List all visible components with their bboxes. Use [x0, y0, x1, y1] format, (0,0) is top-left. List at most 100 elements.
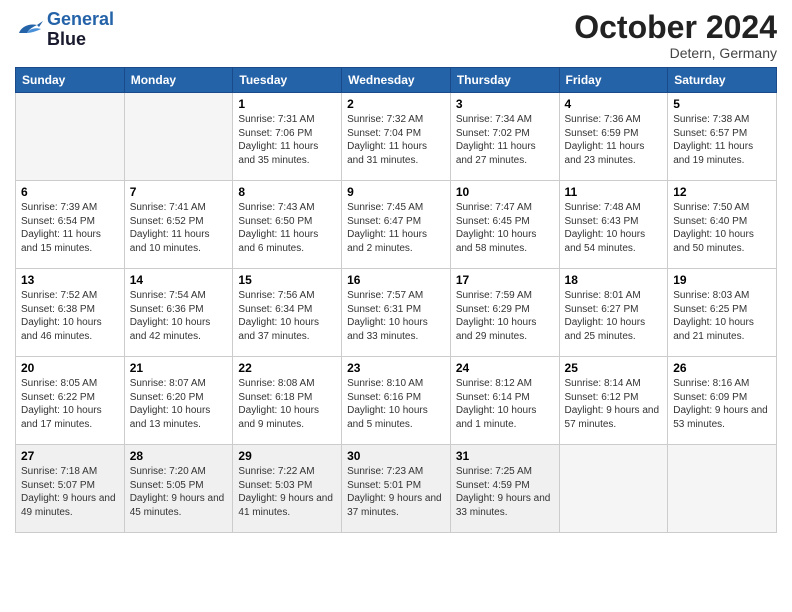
col-wednesday: Wednesday	[342, 68, 451, 93]
calendar-cell: 20 Sunrise: 8:05 AM Sunset: 6:22 PM Dayli…	[16, 357, 125, 445]
logo-text: General Blue	[47, 10, 114, 50]
calendar-cell: 24Sunrise: 8:12 AM Sunset: 6:14 PM Dayli…	[450, 357, 559, 445]
col-sunday: Sunday	[16, 68, 125, 93]
day-info: Sunrise: 8:01 AM Sunset: 6:27 PM Dayligh…	[565, 289, 663, 343]
day-number: 15	[238, 273, 336, 287]
day-number: 18	[565, 273, 663, 287]
day-info: Sunrise: 7:50 AM Sunset: 6:40 PM Dayligh…	[673, 201, 771, 255]
calendar-week-4: 27Sunrise: 7:18 AM Sunset: 5:07 PM Dayli…	[16, 445, 777, 533]
day-info: Sunrise: 7:43 AM Sunset: 6:50 PM Dayligh…	[238, 201, 336, 255]
calendar-cell: 5Sunrise: 7:38 AM Sunset: 6:57 PM Daylig…	[668, 93, 777, 181]
calendar-week-1: 6 Sunrise: 7:39 AM Sunset: 6:54 PM Daylig…	[16, 181, 777, 269]
day-number: 20	[21, 361, 119, 375]
day-number: 1	[238, 97, 336, 111]
col-friday: Friday	[559, 68, 668, 93]
day-number: 25	[565, 361, 663, 375]
day-info: Sunrise: 7:54 AM Sunset: 6:36 PM Dayligh…	[130, 289, 228, 343]
day-info: Sunrise: 8:05 AM Sunset: 6:22 PM Dayligh…	[21, 377, 119, 431]
calendar-cell: 10Sunrise: 7:47 AM Sunset: 6:45 PM Dayli…	[450, 181, 559, 269]
calendar-cell: 7Sunrise: 7:41 AM Sunset: 6:52 PM Daylig…	[124, 181, 233, 269]
calendar-week-2: 13Sunrise: 7:52 AM Sunset: 6:38 PM Dayli…	[16, 269, 777, 357]
logo-line1: General	[47, 9, 114, 29]
day-info: Sunrise: 7:52 AM Sunset: 6:38 PM Dayligh…	[21, 289, 119, 343]
day-number: 6	[21, 185, 119, 199]
calendar-cell: 9Sunrise: 7:45 AM Sunset: 6:47 PM Daylig…	[342, 181, 451, 269]
day-number: 3	[456, 97, 554, 111]
col-tuesday: Tuesday	[233, 68, 342, 93]
logo-icon	[15, 19, 43, 41]
day-number: 11	[565, 185, 663, 199]
calendar-cell: 23 Sunrise: 8:10 AM Sunset: 6:16 PM Dayli…	[342, 357, 451, 445]
day-info: Sunrise: 8:08 AM Sunset: 6:18 PM Dayligh…	[238, 377, 336, 431]
day-info: Sunrise: 7:57 AM Sunset: 6:31 PM Dayligh…	[347, 289, 445, 343]
calendar-cell: 29 Sunrise: 7:22 AM Sunset: 5:03 PM Dayli…	[233, 445, 342, 533]
day-info: Sunrise: 7:34 AM Sunset: 7:02 PM Dayligh…	[456, 113, 554, 167]
calendar-cell: 26Sunrise: 8:16 AM Sunset: 6:09 PM Dayli…	[668, 357, 777, 445]
calendar-cell: 8 Sunrise: 7:43 AM Sunset: 6:50 PM Daylig…	[233, 181, 342, 269]
day-number: 31	[456, 449, 554, 463]
day-info: Sunrise: 7:22 AM Sunset: 5:03 PM Dayligh…	[238, 465, 336, 519]
weekday-row: Sunday Monday Tuesday Wednesday Thursday…	[16, 68, 777, 93]
day-number: 28	[130, 449, 228, 463]
calendar-cell: 18 Sunrise: 8:01 AM Sunset: 6:27 PM Dayli…	[559, 269, 668, 357]
calendar-cell: 31 Sunrise: 7:25 AM Sunset: 4:59 PM Dayli…	[450, 445, 559, 533]
day-info: Sunrise: 7:25 AM Sunset: 4:59 PM Dayligh…	[456, 465, 554, 519]
calendar-week-0: 1 Sunrise: 7:31 AM Sunset: 7:06 PM Daylig…	[16, 93, 777, 181]
day-number: 16	[347, 273, 445, 287]
calendar-week-3: 20 Sunrise: 8:05 AM Sunset: 6:22 PM Dayli…	[16, 357, 777, 445]
location: Detern, Germany	[574, 45, 777, 61]
calendar-cell: 12 Sunrise: 7:50 AM Sunset: 6:40 PM Dayli…	[668, 181, 777, 269]
day-info: Sunrise: 7:31 AM Sunset: 7:06 PM Dayligh…	[238, 113, 336, 167]
calendar-body: 1 Sunrise: 7:31 AM Sunset: 7:06 PM Daylig…	[16, 93, 777, 533]
calendar-header: Sunday Monday Tuesday Wednesday Thursday…	[16, 68, 777, 93]
calendar-cell: 27Sunrise: 7:18 AM Sunset: 5:07 PM Dayli…	[16, 445, 125, 533]
day-number: 7	[130, 185, 228, 199]
calendar-cell: 2 Sunrise: 7:32 AM Sunset: 7:04 PM Daylig…	[342, 93, 451, 181]
col-saturday: Saturday	[668, 68, 777, 93]
day-number: 12	[673, 185, 771, 199]
day-number: 22	[238, 361, 336, 375]
calendar-cell: 6 Sunrise: 7:39 AM Sunset: 6:54 PM Daylig…	[16, 181, 125, 269]
day-info: Sunrise: 7:59 AM Sunset: 6:29 PM Dayligh…	[456, 289, 554, 343]
day-info: Sunrise: 7:18 AM Sunset: 5:07 PM Dayligh…	[21, 465, 119, 519]
day-number: 5	[673, 97, 771, 111]
day-info: Sunrise: 8:03 AM Sunset: 6:25 PM Dayligh…	[673, 289, 771, 343]
day-number: 30	[347, 449, 445, 463]
title-section: October 2024 Detern, Germany	[574, 10, 777, 61]
month-title: October 2024	[574, 10, 777, 45]
day-info: Sunrise: 7:23 AM Sunset: 5:01 PM Dayligh…	[347, 465, 445, 519]
day-info: Sunrise: 8:10 AM Sunset: 6:16 PM Dayligh…	[347, 377, 445, 431]
calendar-cell: 28 Sunrise: 7:20 AM Sunset: 5:05 PM Dayli…	[124, 445, 233, 533]
calendar-cell: 30 Sunrise: 7:23 AM Sunset: 5:01 PM Dayli…	[342, 445, 451, 533]
day-number: 29	[238, 449, 336, 463]
calendar-cell: 1 Sunrise: 7:31 AM Sunset: 7:06 PM Daylig…	[233, 93, 342, 181]
day-info: Sunrise: 8:12 AM Sunset: 6:14 PM Dayligh…	[456, 377, 554, 431]
day-number: 4	[565, 97, 663, 111]
logo-line2: Blue	[47, 30, 114, 50]
col-thursday: Thursday	[450, 68, 559, 93]
day-number: 19	[673, 273, 771, 287]
calendar-table: Sunday Monday Tuesday Wednesday Thursday…	[15, 67, 777, 533]
day-number: 10	[456, 185, 554, 199]
day-number: 26	[673, 361, 771, 375]
header: General Blue October 2024 Detern, German…	[15, 10, 777, 61]
col-monday: Monday	[124, 68, 233, 93]
day-number: 9	[347, 185, 445, 199]
day-number: 2	[347, 97, 445, 111]
day-info: Sunrise: 7:36 AM Sunset: 6:59 PM Dayligh…	[565, 113, 663, 167]
calendar-cell: 21 Sunrise: 8:07 AM Sunset: 6:20 PM Dayli…	[124, 357, 233, 445]
calendar-cell	[559, 445, 668, 533]
calendar-cell: 4 Sunrise: 7:36 AM Sunset: 6:59 PM Daylig…	[559, 93, 668, 181]
day-info: Sunrise: 7:20 AM Sunset: 5:05 PM Dayligh…	[130, 465, 228, 519]
day-info: Sunrise: 7:32 AM Sunset: 7:04 PM Dayligh…	[347, 113, 445, 167]
day-info: Sunrise: 7:39 AM Sunset: 6:54 PM Dayligh…	[21, 201, 119, 255]
day-number: 21	[130, 361, 228, 375]
calendar-cell: 13Sunrise: 7:52 AM Sunset: 6:38 PM Dayli…	[16, 269, 125, 357]
day-number: 14	[130, 273, 228, 287]
day-info: Sunrise: 7:48 AM Sunset: 6:43 PM Dayligh…	[565, 201, 663, 255]
day-number: 23	[347, 361, 445, 375]
calendar-cell	[124, 93, 233, 181]
day-info: Sunrise: 8:07 AM Sunset: 6:20 PM Dayligh…	[130, 377, 228, 431]
day-number: 8	[238, 185, 336, 199]
day-info: Sunrise: 7:56 AM Sunset: 6:34 PM Dayligh…	[238, 289, 336, 343]
